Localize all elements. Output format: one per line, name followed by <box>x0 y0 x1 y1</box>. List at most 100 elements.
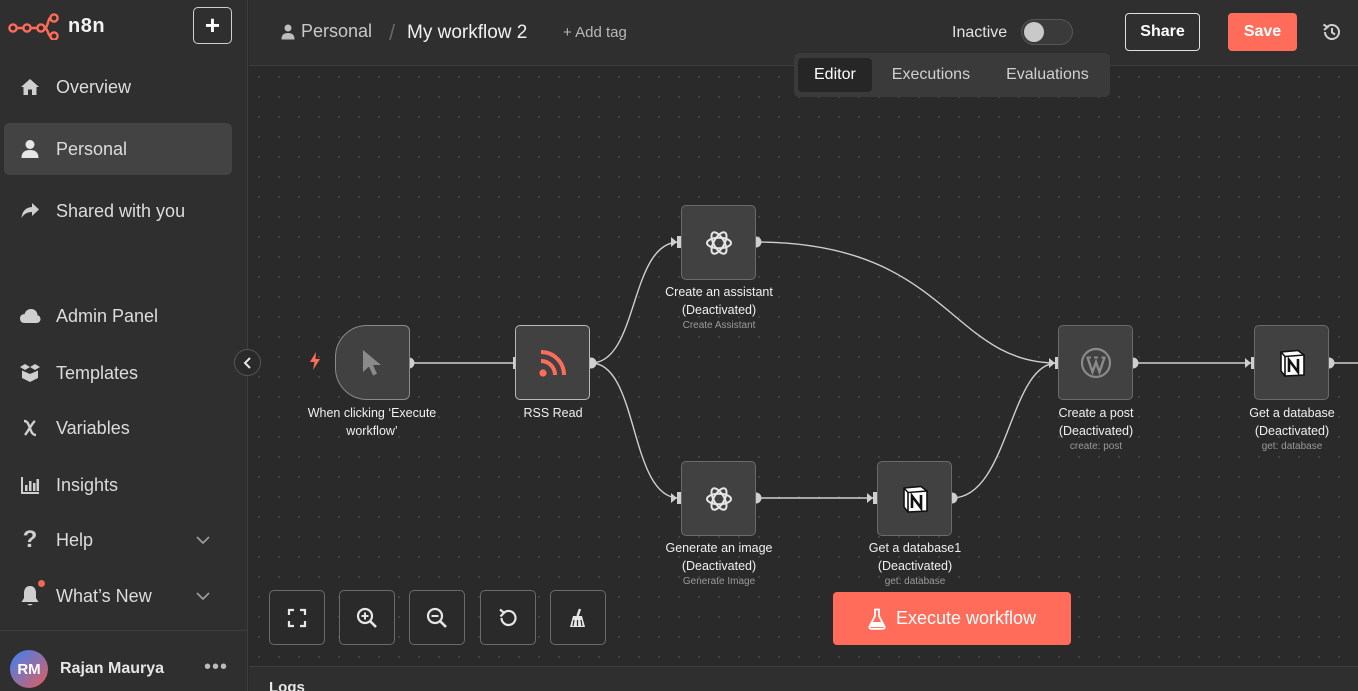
chevron-down-icon <box>196 532 210 548</box>
sidebar-item-shared[interactable]: Shared with you <box>4 185 232 237</box>
node-create-assistant[interactable] <box>681 205 756 280</box>
notification-dot <box>38 580 45 587</box>
broom-icon <box>570 608 585 627</box>
user-icon <box>18 137 42 161</box>
notion-icon <box>1279 349 1305 377</box>
toggle-knob <box>1024 22 1044 42</box>
node-subtitle: Generate Image <box>682 576 756 587</box>
n8n-logo[interactable]: n8n <box>8 12 105 40</box>
node-label-name: Get a database <box>1249 406 1335 420</box>
arrowhead <box>671 237 677 247</box>
workflow-status-label: Inactive <box>952 24 1008 41</box>
node-generate-image[interactable] <box>681 461 756 536</box>
history-icon[interactable] <box>1321 21 1343 43</box>
node-label-state: (Deactivated) <box>1254 424 1330 438</box>
add-tag-button[interactable]: + Add tag <box>563 24 627 41</box>
app-name: n8n <box>68 14 106 37</box>
node-label-name: Get a database1 <box>868 541 962 555</box>
sidebar-item-admin-panel[interactable]: Admin Panel <box>4 290 232 342</box>
tidy-up-button[interactable] <box>550 590 606 645</box>
node-label: Get a database (Deactivated) <box>1207 404 1358 440</box>
node-label-name: Generate an image <box>665 541 773 555</box>
save-button[interactable]: Save <box>1228 13 1297 51</box>
sidebar-item-help[interactable]: ? Help <box>4 514 232 566</box>
sidebar-item-templates[interactable]: Templates <box>4 347 232 399</box>
chevron-left-icon <box>243 356 251 369</box>
tab-executions[interactable]: Executions <box>876 58 986 92</box>
execute-workflow-label: Execute workflow <box>895 608 1037 628</box>
sidebar-item-label: Templates <box>56 362 139 383</box>
fit-view-button[interactable] <box>269 590 325 645</box>
node-label: Get a database1 (Deactivated) <box>830 539 1000 575</box>
node-label: Create a post (Deactivated) <box>1011 404 1181 440</box>
node-label: RSS Read <box>523 406 583 420</box>
node-label: When clicking ‘Execute workflow’ <box>307 406 437 438</box>
reset-icon <box>499 608 517 626</box>
n8n-logo-icon <box>8 13 59 40</box>
cloud-icon <box>18 304 42 328</box>
chart-icon <box>18 473 42 497</box>
sidebar-item-personal[interactable]: Personal <box>4 123 232 175</box>
breadcrumb-separator: / <box>389 20 396 45</box>
node-manual-trigger[interactable] <box>335 325 410 400</box>
node-label-name: Create an assistant <box>665 285 773 299</box>
sidebar-divider <box>0 630 248 631</box>
sidebar-item-insights[interactable]: Insights <box>4 459 232 511</box>
node-subtitle: Create Assistant <box>682 320 756 331</box>
share-icon <box>18 199 42 223</box>
sidebar: n8n + Overview Personal Shared with you <box>0 0 248 691</box>
zoom-out-button[interactable] <box>409 590 465 645</box>
sidebar-item-label: Variables <box>56 417 130 438</box>
node-label-state: (Deactivated) <box>1058 424 1134 438</box>
arrowhead <box>1049 358 1055 368</box>
workflow-active-toggle[interactable] <box>1021 19 1073 45</box>
reset-zoom-button[interactable] <box>480 590 536 645</box>
openai-icon <box>705 486 732 511</box>
variable-icon <box>18 416 42 440</box>
fit-view-icon <box>287 608 307 627</box>
sidebar-item-label: Admin Panel <box>56 305 159 326</box>
n8n-app: n8n + Overview Personal Shared with you <box>0 0 1358 691</box>
create-new-button[interactable]: + <box>193 7 232 44</box>
user-menu[interactable]: RM Rajan Maurya ••• <box>10 650 238 688</box>
chevron-down-icon <box>196 588 210 604</box>
sidebar-item-whats-new[interactable]: What’s New <box>4 570 232 622</box>
wordpress-icon <box>1080 347 1111 378</box>
tab-editor[interactable]: Editor <box>798 58 872 92</box>
node-get-database1[interactable] <box>877 461 952 536</box>
node-subtitle: create: post <box>1069 441 1123 452</box>
sidebar-item-label: Shared with you <box>56 200 186 221</box>
zoom-in-icon <box>356 607 377 628</box>
more-options-icon[interactable]: ••• <box>204 656 228 679</box>
node-create-post[interactable] <box>1058 325 1133 400</box>
sidebar-item-overview[interactable]: Overview <box>4 61 232 113</box>
zoom-out-icon <box>426 607 447 628</box>
arrowhead <box>671 493 677 503</box>
zoom-in-button[interactable] <box>339 590 395 645</box>
breadcrumb-project[interactable]: Personal <box>281 21 372 42</box>
home-icon <box>18 75 42 99</box>
logs-panel[interactable]: Logs <box>249 666 1358 691</box>
node-label: Create an assistant (Deactivated) <box>634 283 804 319</box>
flask-icon <box>868 608 886 630</box>
sidebar-item-label: Personal <box>56 138 128 159</box>
sidebar-item-variables[interactable]: Variables <box>4 402 232 454</box>
bell-icon <box>18 584 42 608</box>
share-button[interactable]: Share <box>1125 13 1200 51</box>
tab-evaluations[interactable]: Evaluations <box>990 58 1105 92</box>
rss-icon <box>538 349 566 377</box>
avatar[interactable]: RM <box>10 650 48 688</box>
node-get-database[interactable] <box>1254 325 1329 400</box>
breadcrumb-project-label: Personal <box>301 21 373 41</box>
collapse-sidebar-button[interactable] <box>234 349 261 376</box>
user-icon <box>281 24 295 39</box>
sidebar-item-label: Help <box>56 529 94 550</box>
box-icon <box>18 361 42 385</box>
node-rss-read[interactable] <box>515 325 590 400</box>
workflow-title[interactable]: My workflow 2 <box>407 22 527 44</box>
node-subtitle: get: database <box>1261 441 1323 452</box>
workflow-canvas[interactable]: When clicking ‘Execute workflow’ RSS Rea… <box>249 67 1358 665</box>
logs-title: Logs <box>269 679 305 691</box>
node-label-state: (Deactivated) <box>681 303 757 317</box>
execute-workflow-button[interactable]: Execute workflow <box>833 592 1071 645</box>
